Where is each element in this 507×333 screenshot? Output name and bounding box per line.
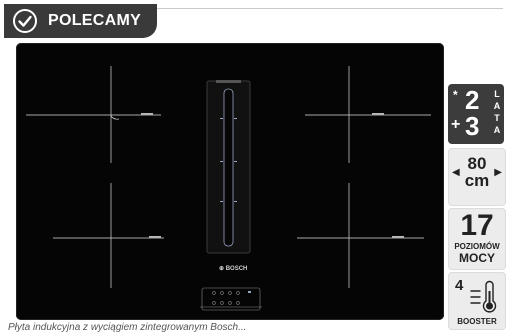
warranty-years-extra: 3	[465, 111, 480, 141]
arrow-right-icon: ▶	[494, 167, 502, 178]
width-tile: ◀ 80 cm ▶	[448, 148, 506, 206]
warranty-tile: * 2 + 3 L A T A	[448, 84, 504, 144]
warranty-star: *	[453, 88, 458, 102]
power-levels-line2: MOCY	[459, 251, 495, 265]
induction-cooktop-image: ⊕ BOSCH	[16, 43, 444, 320]
warranty-plus: +	[451, 116, 461, 133]
badge-label: POLECAMY	[48, 12, 142, 29]
product-caption: Płyta indukcyjna z wyciągiem zintegrowan…	[8, 322, 247, 333]
warranty-years-base: 2	[465, 85, 480, 115]
header-divider	[157, 8, 503, 9]
recommended-badge: POLECAMY	[4, 4, 157, 38]
booster-tile: 4 BOOSTER	[448, 272, 506, 330]
power-levels-line1: POZIOMÓW	[454, 242, 500, 251]
thermometer-icon	[470, 280, 497, 313]
checkmark-circle-icon	[13, 9, 37, 33]
brand-logo: ⊕ BOSCH	[219, 266, 248, 272]
power-levels-value: 17	[460, 209, 494, 242]
warranty-vertical-label: L A T A	[493, 89, 501, 135]
booster-label: BOOSTER	[457, 317, 497, 326]
power-levels-tile: 17 POZIOMÓW MOCY	[448, 208, 506, 270]
cooktop-zones	[26, 66, 431, 311]
booster-value: 4	[455, 277, 464, 294]
